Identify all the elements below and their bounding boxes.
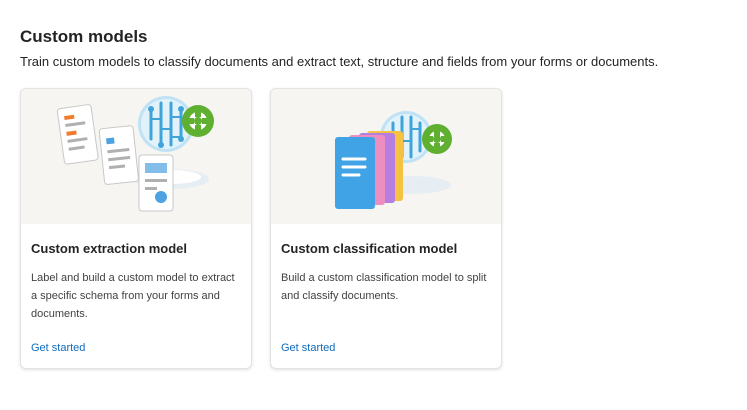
get-started-link[interactable]: Get started: [31, 342, 85, 354]
card-description: Label and build a custom model to extrac…: [31, 272, 235, 320]
card-description: Build a custom classification model to s…: [281, 272, 487, 302]
custom-models-section: Custom models Train custom models to cla…: [20, 26, 730, 71]
card-custom-classification-model[interactable]: Custom classification model Build a cust…: [270, 88, 502, 369]
stacked-folders-with-brain-gear-icon: [335, 111, 452, 209]
card-title: Custom extraction model: [31, 241, 188, 256]
card-custom-extraction-model[interactable]: Custom extraction model Label and build …: [20, 88, 252, 369]
card-hero: [21, 89, 251, 224]
card-hero: [271, 89, 501, 224]
card-title: Custom classification model: [281, 241, 458, 256]
documents-with-brain-gear-icon: [56, 96, 214, 212]
section-description: Train custom models to classify document…: [20, 54, 659, 69]
model-cards: Custom extraction model Label and build …: [20, 88, 502, 369]
section-title: Custom models: [20, 27, 148, 46]
get-started-link[interactable]: Get started: [281, 342, 335, 354]
